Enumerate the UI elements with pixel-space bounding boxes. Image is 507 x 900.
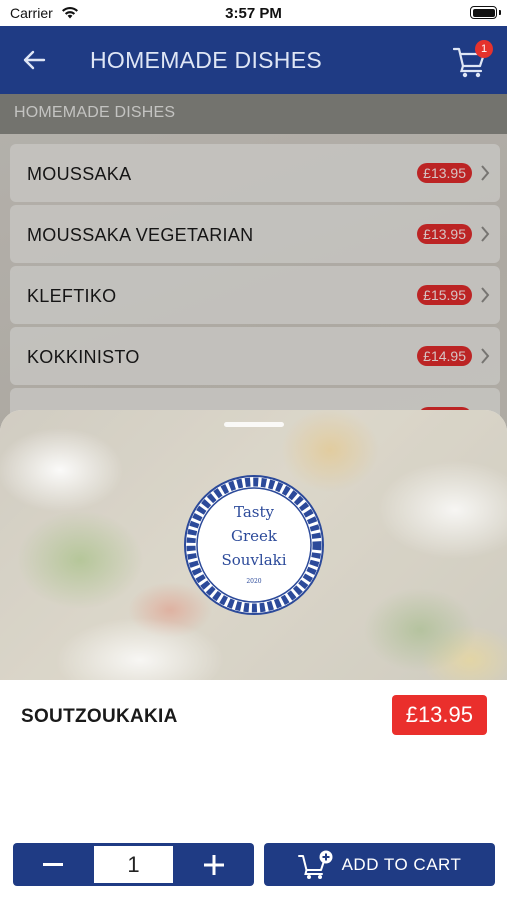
add-to-cart-button[interactable]: ADD TO CART xyxy=(264,843,495,886)
logo-line2: Greek xyxy=(231,527,278,545)
plus-icon xyxy=(204,854,224,875)
battery-icon xyxy=(470,6,497,19)
quantity-stepper xyxy=(13,843,254,886)
minus-icon xyxy=(43,862,63,866)
navbar: HOMEMADE DISHES 1 xyxy=(0,26,507,94)
decrement-button[interactable] xyxy=(13,843,93,886)
back-arrow-icon xyxy=(23,50,46,70)
restaurant-logo: Tasty Greek Souvlaki 2020 xyxy=(184,475,324,615)
product-price-badge: £13.95 xyxy=(391,695,487,735)
product-bottom-sheet: Tasty Greek Souvlaki 2020 SOUTZOUKAKIA £… xyxy=(0,410,507,900)
logo-line3: Souvlaki xyxy=(221,551,286,569)
page-title: HOMEMADE DISHES xyxy=(90,47,322,73)
increment-button[interactable] xyxy=(174,843,254,886)
product-name: SOUTZOUKAKIA xyxy=(21,706,178,727)
add-to-cart-label: ADD TO CART xyxy=(341,854,462,874)
logo-line1: Tasty xyxy=(234,503,275,521)
cart-count-badge: 1 xyxy=(475,40,493,58)
cart-add-icon xyxy=(297,850,333,879)
battery-tip xyxy=(499,10,501,15)
status-bar: Carrier 3:57 PM xyxy=(0,0,507,26)
logo-year: 2020 xyxy=(246,578,261,585)
sheet-grabber[interactable] xyxy=(224,422,284,427)
status-time: 3:57 PM xyxy=(225,5,282,22)
back-button[interactable] xyxy=(16,44,52,76)
quantity-input[interactable] xyxy=(94,846,173,883)
cart-button[interactable]: 1 xyxy=(453,40,493,80)
